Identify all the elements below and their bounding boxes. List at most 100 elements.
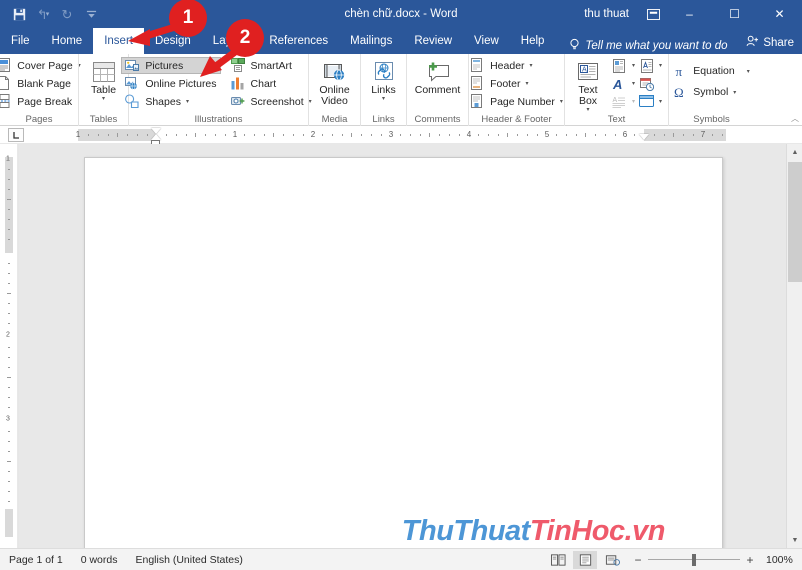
maximize-button[interactable]: ☐ — [712, 0, 757, 28]
wordart-button[interactable]: A — [610, 75, 629, 92]
tab-file[interactable]: File — [0, 28, 41, 54]
signature-line-dropdown[interactable]: ▾ — [632, 98, 635, 105]
scroll-down-arrow-icon[interactable]: ▼ — [787, 532, 802, 548]
tab-mailings[interactable]: Mailings — [339, 28, 403, 54]
page-break-button[interactable]: Page Break — [0, 93, 85, 110]
tab-help[interactable]: Help — [510, 28, 556, 54]
ruler-tick — [683, 134, 684, 136]
comment-label: Comment — [414, 84, 461, 96]
table-button[interactable]: Table ▾ — [81, 57, 127, 102]
page-break-label: Page Break — [17, 95, 73, 108]
tab-view[interactable]: View — [463, 28, 510, 54]
blank-page-button[interactable]: Blank Page — [0, 75, 85, 92]
ribbon-tab-strip: File Home Insert Design Layout Reference… — [0, 28, 802, 54]
zoom-out-button[interactable]: − — [633, 553, 643, 567]
tab-review[interactable]: Review — [403, 28, 463, 54]
shapes-button[interactable]: Shapes ▾ — [121, 93, 220, 110]
drop-cap-button[interactable] — [637, 57, 656, 74]
read-mode-icon[interactable] — [546, 551, 570, 569]
undo-icon[interactable]: ↰ ▾ — [32, 3, 54, 25]
screenshot-button[interactable]: Screenshot ▾ — [227, 93, 316, 110]
text-box-button[interactable]: A Text Box ▾ — [571, 57, 605, 113]
page-number-button[interactable]: Page Number ▾ — [466, 93, 567, 110]
status-bar-right: − + 100% — [546, 550, 796, 569]
drop-cap-dropdown[interactable]: ▾ — [659, 62, 662, 69]
object-button[interactable] — [637, 93, 656, 110]
tab-home[interactable]: Home — [41, 28, 94, 54]
ruler-tick — [634, 134, 635, 136]
scroll-up-arrow-icon[interactable]: ▲ — [787, 144, 802, 160]
ribbon-insert-tab: Cover Page ▾ Blank Page Page Break Pages… — [0, 54, 802, 126]
page-number-icon — [470, 94, 486, 109]
vertical-ruler[interactable]: 1 2 3 — [0, 144, 18, 548]
ruler-tick — [351, 133, 352, 137]
signature-line-button[interactable]: A — [610, 93, 629, 110]
illustrations-group-label: Illustrations — [194, 114, 243, 125]
cover-page-button[interactable]: Cover Page ▾ — [0, 57, 85, 74]
symbol-button[interactable]: Ω Symbol ▾ — [669, 82, 753, 102]
vertical-ruler-tick — [8, 323, 10, 324]
zoom-in-button[interactable]: + — [745, 553, 755, 567]
ruler-tick — [449, 134, 450, 136]
page-indicator[interactable]: Page 1 of 1 — [0, 554, 72, 566]
share-button[interactable]: Share — [746, 35, 794, 50]
collapse-ribbon-icon[interactable]: ︿ — [791, 113, 799, 124]
equation-button[interactable]: π Equation ▾ — [669, 61, 753, 81]
ruler-tick — [605, 134, 606, 136]
tab-references[interactable]: References — [258, 28, 339, 54]
right-indent-marker[interactable] — [639, 134, 649, 140]
pictures-button[interactable]: Pictures — [121, 57, 221, 74]
word-count[interactable]: 0 words — [72, 554, 127, 566]
left-tab-stop-icon[interactable] — [8, 128, 24, 142]
document-canvas[interactable]: ThuThuatTinHoc.vn — [19, 144, 786, 548]
chart-button[interactable]: Chart — [227, 75, 316, 92]
scrollbar-thumb[interactable] — [788, 162, 802, 282]
object-dropdown[interactable]: ▾ — [659, 98, 662, 105]
header-label: Header — [490, 59, 525, 72]
ribbon-display-options-icon[interactable] — [639, 0, 667, 28]
ruler-tick — [507, 133, 508, 137]
close-button[interactable]: ✕ — [757, 0, 802, 28]
account-name[interactable]: thu thuat — [584, 8, 629, 20]
header-button[interactable]: Header ▾ — [466, 57, 567, 74]
footer-button[interactable]: Footer ▾ — [466, 75, 567, 92]
tab-insert[interactable]: Insert — [93, 28, 144, 54]
ruler-tick — [195, 133, 196, 137]
vertical-scrollbar[interactable]: ▲ ▼ — [786, 144, 802, 548]
web-layout-icon[interactable] — [600, 551, 624, 569]
quick-parts-dropdown[interactable]: ▾ — [632, 62, 635, 69]
zoom-slider[interactable]: − + 100% — [633, 553, 796, 567]
language-indicator[interactable]: English (United States) — [126, 554, 251, 566]
online-video-button[interactable]: Online Video — [312, 57, 358, 107]
watermark-part-2: TinHoc.vn — [529, 515, 666, 547]
zoom-rail[interactable] — [648, 553, 740, 566]
redo-icon[interactable]: ↻ — [56, 3, 78, 25]
smartart-glyph — [230, 58, 245, 72]
title-bar: ↰ ▾ ↻ chèn chữ.docx - Word thu thuat – ☐… — [0, 0, 802, 28]
document-page[interactable]: ThuThuatTinHoc.vn — [84, 157, 723, 548]
footer-icon — [470, 76, 486, 91]
svg-text:A: A — [612, 77, 622, 91]
links-button[interactable]: Links ▾ — [361, 57, 407, 102]
minimize-button[interactable]: – — [667, 0, 712, 28]
print-layout-icon[interactable] — [573, 550, 597, 569]
ruler-tick — [371, 134, 372, 136]
date-time-button[interactable] — [637, 75, 656, 92]
customize-qat-icon[interactable] — [80, 3, 102, 25]
save-icon[interactable] — [8, 3, 30, 25]
tell-me-box[interactable]: Tell me what you want to do — [569, 38, 728, 54]
comment-button[interactable]: Comment — [409, 57, 467, 96]
quick-parts-button[interactable] — [610, 57, 629, 74]
ruler-tick — [439, 134, 440, 136]
online-pictures-button[interactable]: Online Pictures — [121, 75, 220, 92]
horizontal-ruler[interactable]: 1 1 2 3 4 5 6 7 — [0, 126, 802, 146]
ruler-tick — [332, 134, 333, 136]
wordart-dropdown[interactable]: ▾ — [632, 80, 635, 87]
zoom-level-label[interactable]: 100% — [766, 554, 796, 566]
zoom-handle[interactable] — [692, 553, 696, 566]
ruler-tick — [322, 134, 323, 136]
ruler-tick — [88, 134, 89, 136]
vertical-ruler-tick — [8, 229, 10, 230]
smartart-button[interactable]: SmartArt — [227, 57, 316, 74]
vertical-ruler-tick — [7, 199, 11, 200]
